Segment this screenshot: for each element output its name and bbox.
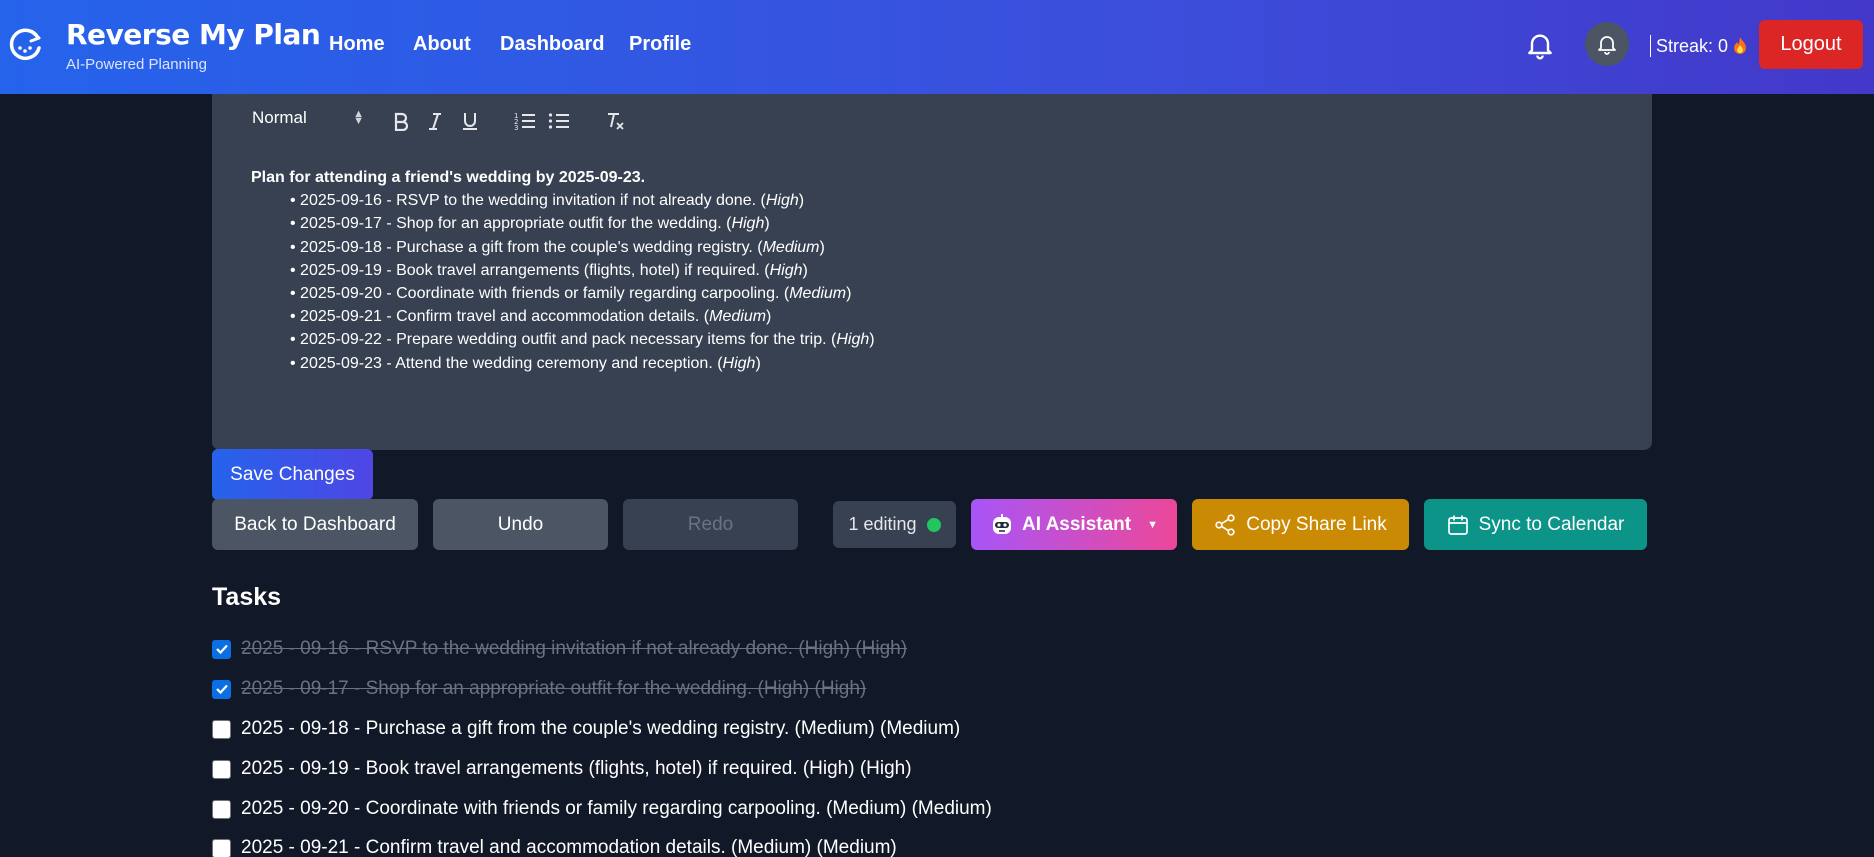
- task-label: 2025 - 09-17 - Shop for an appropriate o…: [241, 678, 867, 699]
- task-item: 2025 - 09-17 - Shop for an appropriate o…: [212, 678, 866, 700]
- task-item: 2025 - 09-16 - RSVP to the wedding invit…: [212, 638, 907, 660]
- sync-to-calendar-button[interactable]: Sync to Calendar: [1424, 499, 1647, 550]
- italic-button[interactable]: [427, 108, 443, 134]
- plan-step: 2025-09-19 - Book travel arrangements (f…: [290, 259, 875, 282]
- format-select[interactable]: Normal ▲ ▼: [252, 108, 364, 128]
- plan-step: 2025-09-23 - Attend the wedding ceremony…: [290, 352, 875, 375]
- format-select-value: Normal: [252, 108, 307, 127]
- task-label: 2025 - 09-20 - Coordinate with friends o…: [241, 798, 992, 819]
- task-item: 2025 - 09-21 - Confirm travel and accomm…: [212, 837, 897, 857]
- task-label: 2025 - 09-18 - Purchase a gift from the …: [241, 718, 961, 739]
- bell-icon[interactable]: [1524, 29, 1556, 61]
- bold-icon: [394, 112, 409, 131]
- nav-link-about[interactable]: About: [413, 33, 471, 56]
- bullet-list-button[interactable]: [548, 108, 570, 134]
- editor-content[interactable]: Plan for attending a friend's wedding by…: [251, 166, 875, 375]
- plan-step: 2025-09-22 - Prepare wedding outfit and …: [290, 328, 875, 351]
- redo-button[interactable]: Redo: [623, 499, 798, 550]
- ordered-list-icon: 1 2 3: [514, 112, 535, 131]
- ai-assistant-button[interactable]: AI Assistant ▼: [971, 499, 1177, 550]
- italic-icon: [429, 113, 441, 130]
- nav-link-dashboard[interactable]: Dashboard: [500, 33, 604, 56]
- plan-step: 2025-09-21 - Confirm travel and accommod…: [290, 305, 875, 328]
- save-changes-button[interactable]: Save Changes: [212, 449, 373, 500]
- nav-link-profile[interactable]: Profile: [629, 33, 691, 56]
- select-arrows-icon: ▲ ▼: [353, 108, 364, 127]
- task-item: 2025 - 09-20 - Coordinate with friends o…: [212, 798, 992, 820]
- task-label: 2025 - 09-21 - Confirm travel and accomm…: [241, 837, 897, 857]
- plan-step: 2025-09-18 - Purchase a gift from the co…: [290, 236, 875, 259]
- svg-text:3: 3: [514, 124, 518, 131]
- task-checkbox[interactable]: [212, 679, 231, 699]
- task-checkbox[interactable]: [212, 759, 231, 779]
- fire-icon: [1734, 37, 1747, 54]
- clear-format-button[interactable]: [605, 108, 625, 134]
- notifications-button[interactable]: [1585, 22, 1629, 66]
- chevron-down-icon: ▼: [1147, 518, 1158, 531]
- checkmark-icon: [215, 684, 228, 695]
- plan-title: Plan for attending a friend's wedding by…: [251, 169, 646, 186]
- task-checkbox[interactable]: [212, 719, 231, 739]
- sync-to-calendar-label: Sync to Calendar: [1478, 513, 1625, 535]
- calendar-icon: [1447, 515, 1468, 535]
- editing-indicator: 1 editing: [833, 501, 956, 548]
- bullet-list-icon: [548, 113, 569, 129]
- copy-share-link-label: Copy Share Link: [1246, 513, 1387, 535]
- ai-assistant-label: AI Assistant: [1022, 513, 1132, 535]
- online-status-dot: [926, 517, 941, 532]
- streak-label: Streak: 0: [1656, 35, 1729, 56]
- underline-icon: [463, 113, 477, 130]
- ordered-list-button[interactable]: 1 2 3: [514, 108, 536, 134]
- clear-format-icon: [608, 113, 624, 130]
- brand-title[interactable]: Reverse My Plan: [66, 18, 321, 51]
- plan-step: 2025-09-20 - Coordinate with friends or …: [290, 282, 875, 305]
- brand-subtitle: AI-Powered Planning: [66, 56, 207, 73]
- back-to-dashboard-button[interactable]: Back to Dashboard: [212, 499, 418, 550]
- task-item: 2025 - 09-19 - Book travel arrangements …: [212, 758, 912, 780]
- plan-editor[interactable]: Normal ▲ ▼ 1 2 3 Plan for attending a fr…: [212, 74, 1652, 450]
- bell-icon: [1598, 36, 1616, 55]
- tasks-heading: Tasks: [212, 583, 282, 611]
- top-navbar: Reverse My Plan AI-Powered Planning Home…: [0, 0, 1874, 94]
- plan-step-list: 2025-09-16 - RSVP to the wedding invitat…: [251, 189, 875, 375]
- logout-button[interactable]: Logout: [1759, 20, 1863, 69]
- share-icon: [1215, 513, 1235, 536]
- editing-count-label: 1 editing: [848, 514, 917, 534]
- streak-counter: Streak: 0: [1650, 35, 1748, 57]
- checkmark-icon: [215, 644, 228, 655]
- task-checkbox[interactable]: [212, 799, 231, 819]
- nav-link-home[interactable]: Home: [329, 33, 385, 56]
- task-label: 2025 - 09-16 - RSVP to the wedding invit…: [241, 638, 908, 659]
- refresh-logo-icon[interactable]: [8, 26, 44, 62]
- plan-step: 2025-09-16 - RSVP to the wedding invitat…: [290, 189, 875, 212]
- task-label: 2025 - 09-19 - Book travel arrangements …: [241, 758, 912, 779]
- task-checkbox[interactable]: [212, 639, 231, 659]
- underline-button[interactable]: [461, 108, 479, 134]
- plan-step: 2025-09-17 - Shop for an appropriate out…: [290, 212, 875, 235]
- copy-share-link-button[interactable]: Copy Share Link: [1192, 499, 1409, 550]
- undo-button[interactable]: Undo: [433, 499, 608, 550]
- bold-button[interactable]: [392, 108, 410, 134]
- task-item: 2025 - 09-18 - Purchase a gift from the …: [212, 718, 960, 740]
- task-checkbox[interactable]: [212, 838, 231, 857]
- text-cursor: [1650, 35, 1651, 57]
- robot-icon: [993, 513, 1011, 534]
